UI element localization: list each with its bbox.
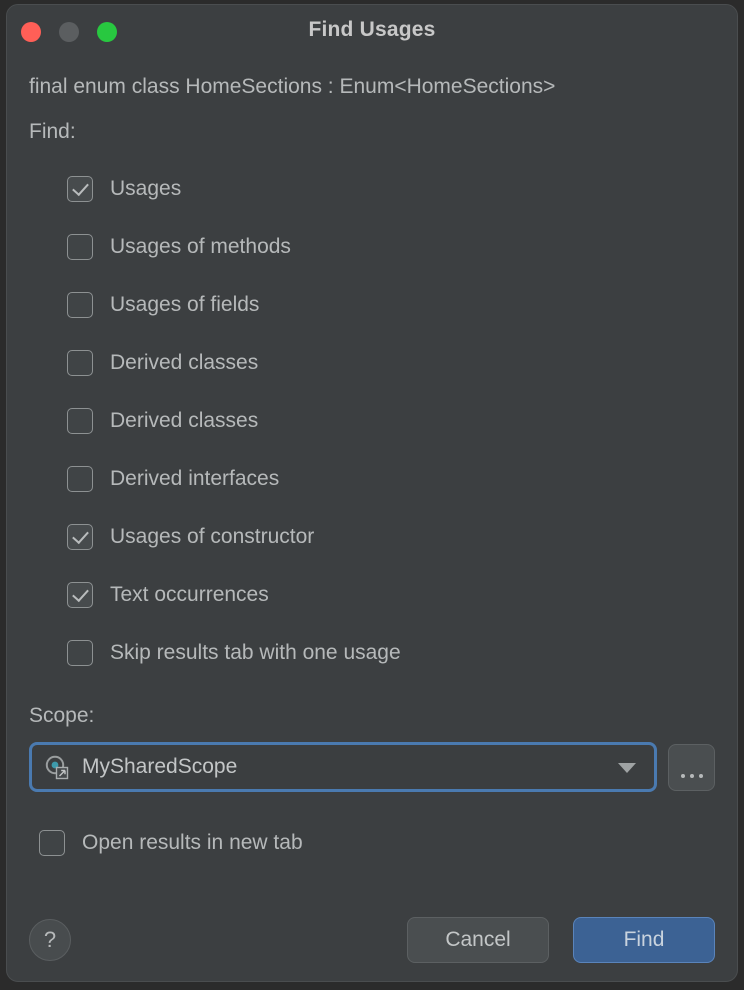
scope-value: MySharedScope: [82, 755, 237, 779]
option-label: Usages: [110, 177, 181, 201]
option-derived-interfaces[interactable]: Derived interfaces: [67, 450, 715, 508]
option-label: Text occurrences: [110, 583, 269, 607]
find-section-label: Find:: [29, 120, 715, 144]
option-usages-of-fields[interactable]: Usages of fields: [67, 276, 715, 334]
scope-section-label: Scope:: [29, 704, 715, 728]
subject-signature: final enum class HomeSections : Enum<Hom…: [29, 75, 715, 99]
title-bar: Find Usages: [7, 5, 737, 59]
checkbox-text-occurrences[interactable]: [67, 582, 93, 608]
checkbox-derived-classes-2[interactable]: [67, 408, 93, 434]
window-title: Find Usages: [7, 18, 737, 42]
find-usages-dialog: Find Usages final enum class HomeSection…: [6, 4, 738, 982]
option-usages-of-methods[interactable]: Usages of methods: [67, 218, 715, 276]
option-label: Usages of constructor: [110, 525, 314, 549]
option-label: Derived classes: [110, 409, 258, 433]
checkbox-skip-results-tab[interactable]: [67, 640, 93, 666]
checkbox-usages-of-constructor[interactable]: [67, 524, 93, 550]
option-label: Open results in new tab: [82, 831, 303, 855]
option-label: Derived classes: [110, 351, 258, 375]
chevron-down-icon[interactable]: [618, 763, 636, 773]
option-text-occurrences[interactable]: Text occurrences: [67, 566, 715, 624]
option-open-results-in-new-tab[interactable]: Open results in new tab: [29, 830, 715, 856]
find-options-list: Usages Usages of methods Usages of field…: [29, 160, 715, 682]
checkbox-usages[interactable]: [67, 176, 93, 202]
option-derived-classes-1[interactable]: Derived classes: [67, 334, 715, 392]
scope-combobox[interactable]: MySharedScope: [29, 742, 657, 792]
cancel-button[interactable]: Cancel: [407, 917, 549, 963]
checkbox-usages-of-fields[interactable]: [67, 292, 93, 318]
checkbox-open-results-in-new-tab[interactable]: [39, 830, 65, 856]
ellipsis-icon: [681, 774, 703, 778]
help-button[interactable]: ?: [29, 919, 71, 961]
find-button[interactable]: Find: [573, 917, 715, 963]
option-label: Skip results tab with one usage: [110, 641, 401, 665]
dialog-footer: ? Cancel Find: [29, 917, 715, 963]
option-usages[interactable]: Usages: [67, 160, 715, 218]
browse-scope-button[interactable]: [668, 744, 715, 791]
dialog-content: final enum class HomeSections : Enum<Hom…: [7, 75, 737, 856]
option-label: Usages of methods: [110, 235, 291, 259]
checkbox-derived-classes-1[interactable]: [67, 350, 93, 376]
option-label: Derived interfaces: [110, 467, 279, 491]
option-label: Usages of fields: [110, 293, 259, 317]
option-usages-of-constructor[interactable]: Usages of constructor: [67, 508, 715, 566]
option-skip-results-tab[interactable]: Skip results tab with one usage: [67, 624, 715, 682]
checkbox-derived-interfaces[interactable]: [67, 466, 93, 492]
shared-scope-icon: [44, 754, 70, 780]
scope-row: MySharedScope: [29, 742, 715, 792]
checkbox-usages-of-methods[interactable]: [67, 234, 93, 260]
option-derived-classes-2[interactable]: Derived classes: [67, 392, 715, 450]
